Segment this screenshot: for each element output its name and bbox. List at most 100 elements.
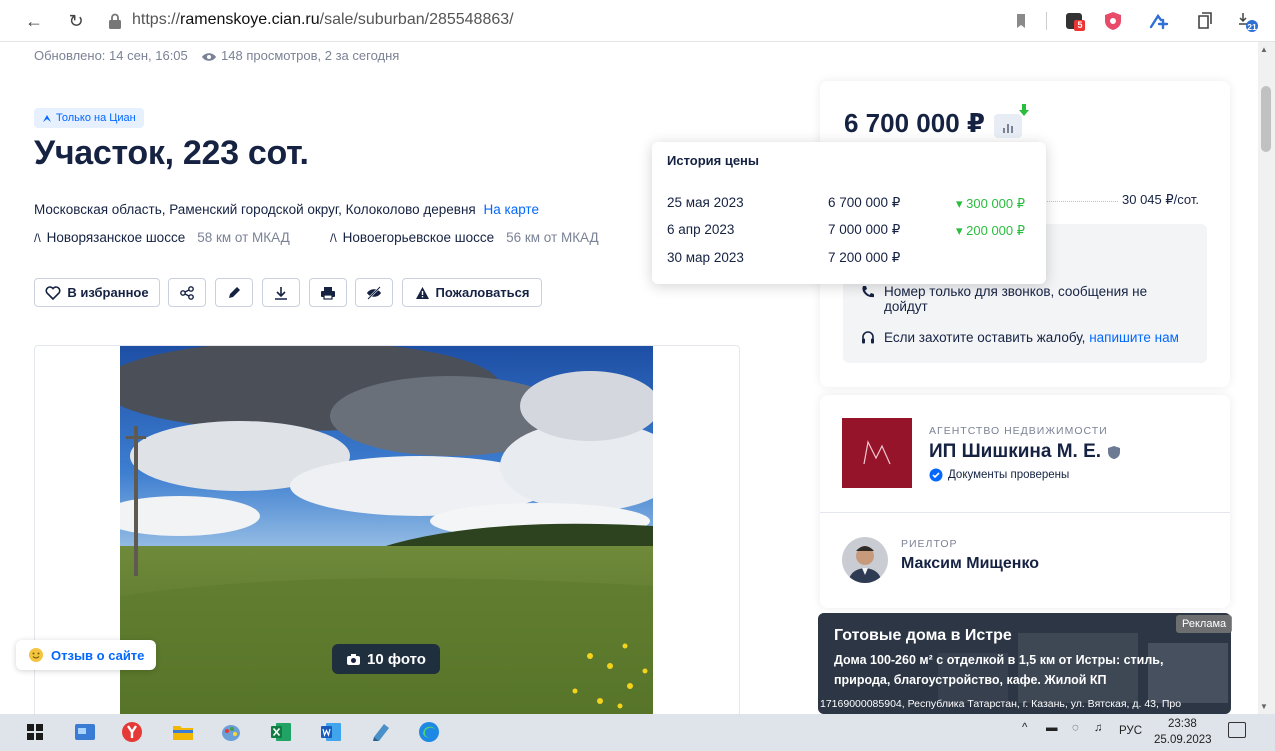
listing-price: 6 700 000 ₽ [844,108,985,138]
excel-icon[interactable] [268,719,294,745]
heart-icon [45,285,61,300]
eye-icon [201,48,221,63]
complaint-text: Если захотите оставить жалобу, [884,330,1086,345]
translate-extension-icon[interactable] [1148,10,1170,32]
input-language[interactable]: РУС [1119,725,1142,737]
notes-app-icon[interactable] [368,719,394,745]
volume-icon[interactable]: ♫ [1094,722,1103,734]
page-title: Участок, 223 сот. [34,134,309,172]
download-icon [275,286,287,300]
desktop-app-icon[interactable] [72,719,98,745]
url-path: /sale/suburban/285548863/ [319,11,514,28]
note-button[interactable] [215,278,253,307]
highway-2: /\ Новоегорьевское шоссе 56 км от МКАД [330,230,599,245]
downloads-count: 21 [1247,22,1257,32]
windows-start-icon[interactable] [22,719,48,745]
clock-time[interactable]: 23:38 [1168,718,1197,730]
agency-name[interactable]: ИП Шишкина М. Е. [929,441,1121,463]
url-host: ramenskoye.cian.ru [180,11,320,28]
toolbar-divider [1046,12,1047,30]
history-change: ▾ 200 000 ₽ [956,223,1026,238]
map-link[interactable]: На карте [484,202,539,217]
ad-title: Готовые дома в Истре [834,627,1012,644]
add-to-favorites-button[interactable]: В избранное [34,278,160,307]
lock-icon [109,13,121,29]
feedback-label: Отзыв о сайте [51,647,145,663]
notifications-icon[interactable] [1228,722,1246,738]
documents-verified: Документы проверены [929,468,1069,482]
scroll-up-icon[interactable]: ▲ [1260,45,1268,54]
history-change: ▾ 300 000 ₽ [956,196,1026,211]
calls-only-line2: дойдут [884,299,928,314]
address-bar[interactable]: https://ramenskoye.cian.ru/sale/suburban… [132,11,514,29]
print-button[interactable] [309,278,347,307]
agency-logo[interactable] [842,418,912,488]
printer-icon [321,286,335,300]
back-icon[interactable]: ← [22,9,46,33]
headset-icon [862,331,874,344]
pencil-icon [229,286,240,298]
hide-button[interactable] [355,278,393,307]
views-count: 148 просмотров, 2 за сегодня [221,48,400,63]
smiley-icon [29,648,43,662]
history-price: 6 700 000 ₽ [828,195,901,210]
highway-icon: /\ [330,230,337,245]
paint-app-icon[interactable] [218,719,244,745]
share-button[interactable] [168,278,206,307]
word-icon[interactable] [318,719,344,745]
badge-label: Только на Циан [56,112,136,124]
report-button[interactable]: Пожаловаться [402,278,542,307]
extension-badge-count: 5 [1077,20,1083,30]
collections-icon[interactable] [1194,10,1216,32]
wifi-icon[interactable]: ◌ [1072,722,1079,734]
agent-card-divider [820,512,1230,513]
yandex-browser-icon[interactable] [119,719,145,745]
price-drop-arrow-icon [1019,104,1029,116]
share-icon [180,285,194,300]
ad-label: Реклама [1176,615,1233,633]
realtor-type-label: РИЕЛТОР [901,538,958,550]
calls-only-note: Номер только для звонков, сообщения не до… [860,284,1147,314]
tray-chevron-icon[interactable]: ^ [1022,722,1027,734]
history-date: 30 мар 2023 [667,250,744,265]
warning-icon [415,286,429,299]
network-icon[interactable]: ▬ [1046,722,1058,734]
highway-icon: /\ [34,230,41,245]
ad-footer: 17169000085904, Республика Татарстан, г.… [820,698,1182,710]
favorite-label: В избранное [67,285,149,300]
realtor-name[interactable]: Максим Мищенко [901,555,1039,573]
file-explorer-icon[interactable] [170,719,196,745]
scroll-thumb[interactable] [1261,86,1271,152]
phone-icon [862,286,874,298]
history-date: 6 апр 2023 [667,222,735,237]
photo-count-button[interactable]: 10 фото [332,644,440,674]
listing-address: Московская область, Раменский городской … [34,202,539,217]
realtor-avatar[interactable] [842,537,888,583]
ad-text: Дома 100-260 м² с отделкой в 1,5 км от И… [834,653,1164,687]
eye-off-icon [367,285,381,300]
only-on-cian-badge: Только на Циан [34,108,144,128]
highway-distance: 56 км от МКАД [506,230,599,245]
history-price: 7 000 000 ₽ [828,222,901,237]
highway-1: /\ Новорязанское шоссе 58 км от МКАД [34,230,290,245]
bookmark-icon[interactable] [1010,10,1032,32]
agency-type-label: АГЕНТСТВО НЕДВИЖИМОСТИ [929,425,1108,437]
url-prefix: https:// [132,11,181,28]
verified-check-icon [929,468,943,482]
documents-verified-text: Документы проверены [948,469,1070,481]
address-text: Московская область, Раменский городской … [34,202,476,217]
site-feedback-button[interactable]: Отзыв о сайте [16,640,157,670]
agency-name-text: ИП Шишкина М. Е. [929,441,1102,462]
listing-meta: Обновлено: 14 сен, 16:05 148 просмотров,… [34,48,399,63]
shield-extension-icon[interactable] [1102,10,1124,32]
download-button[interactable] [262,278,300,307]
write-to-us-link[interactable]: напишите нам [1089,330,1179,345]
history-price: 7 200 000 ₽ [828,250,901,265]
reload-icon[interactable]: ↻ [64,9,88,33]
calls-only-line1: Номер только для звонков, сообщения не [884,284,1148,299]
scroll-down-icon[interactable]: ▼ [1260,702,1268,711]
photo-count-label: 10 фото [367,650,426,668]
edge-browser-icon[interactable] [416,719,442,745]
clock-date[interactable]: 25.09.2023 [1154,734,1212,746]
updated-date: Обновлено: 14 сен, 16:05 [34,48,188,63]
